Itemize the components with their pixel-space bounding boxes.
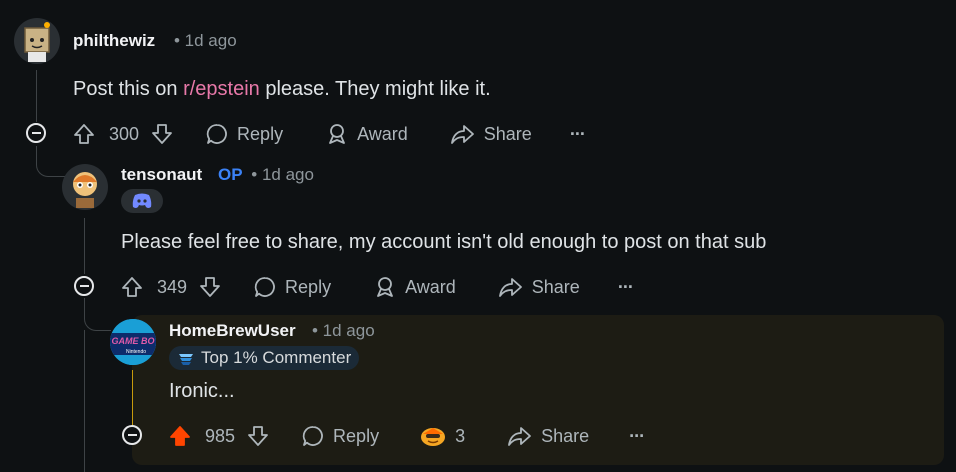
discord-badge xyxy=(121,189,163,213)
thread-connector xyxy=(36,146,65,177)
comment-timestamp: • 1d ago xyxy=(251,165,314,184)
vote-score: 985 xyxy=(205,425,236,446)
share-label: Share xyxy=(483,123,532,144)
comment-body-text: Post this on xyxy=(73,78,184,100)
comment-timestamp: • 1d ago xyxy=(312,321,375,340)
comment-body: Ironic... xyxy=(169,380,235,402)
award-emoji-icon xyxy=(421,428,446,446)
vote-score: 349 xyxy=(157,276,188,297)
collapse-thread-button[interactable] xyxy=(122,425,142,445)
downvote-button[interactable] xyxy=(199,276,221,298)
avatar[interactable] xyxy=(14,18,60,64)
more-options-button[interactable]: ··· xyxy=(617,276,634,298)
comment-author[interactable]: tensonaut xyxy=(121,165,202,185)
downvote-icon xyxy=(152,124,172,144)
share-icon xyxy=(450,125,474,144)
comment-author[interactable]: philthewiz xyxy=(73,31,155,51)
comment-bubble-icon xyxy=(254,277,275,297)
upvote-icon xyxy=(122,277,142,297)
comment-bubble-icon xyxy=(302,426,323,446)
character-avatar-icon xyxy=(73,172,97,208)
share-button[interactable]: Share xyxy=(498,275,580,299)
more-options-icon: ··· xyxy=(569,123,586,144)
share-button[interactable]: Share xyxy=(450,122,532,146)
upvote-filled-icon xyxy=(170,426,190,446)
more-options-button[interactable]: ··· xyxy=(569,123,586,145)
flair-label: Top 1% Commenter xyxy=(201,348,352,367)
award-label: Award xyxy=(357,123,408,144)
award-button[interactable]: Award xyxy=(325,122,408,146)
upvote-icon xyxy=(74,124,94,144)
avatar[interactable] xyxy=(62,164,108,210)
comment-body-text: please. They might like it. xyxy=(259,78,491,100)
share-button[interactable]: Share xyxy=(507,424,589,448)
award-icon xyxy=(377,277,393,297)
comment-meta: OP • 1d ago xyxy=(218,165,314,185)
comment-actions: 985 Reply 3 Share ··· xyxy=(169,422,645,450)
discord-icon xyxy=(132,193,152,208)
box-head-avatar-icon xyxy=(24,22,50,62)
reply-label: Reply xyxy=(285,276,332,297)
op-badge: OP xyxy=(218,165,243,184)
downvote-button[interactable] xyxy=(151,123,173,145)
award-label: Award xyxy=(405,276,456,297)
top-commenter-icon xyxy=(179,354,193,365)
award-button[interactable]: Award xyxy=(373,275,456,299)
thread-connector xyxy=(84,298,111,331)
share-icon xyxy=(498,278,522,297)
award-count: 3 xyxy=(455,425,466,446)
downvote-icon xyxy=(248,426,268,446)
commenter-flair: Top 1% Commenter xyxy=(169,346,360,370)
upvote-button[interactable] xyxy=(121,276,143,298)
avatar-text: GAME BO xyxy=(111,336,154,346)
more-options-icon: ··· xyxy=(617,276,634,297)
collapse-thread-button[interactable] xyxy=(26,123,46,143)
avatar[interactable]: GAME BO Nintendo xyxy=(110,319,156,365)
share-label: Share xyxy=(541,425,590,446)
vote-score: 300 xyxy=(109,123,140,144)
share-label: Share xyxy=(531,276,580,297)
upvote-button[interactable] xyxy=(73,123,95,145)
downvote-icon xyxy=(200,277,220,297)
reply-button[interactable]: Reply xyxy=(301,424,379,448)
collapse-thread-button[interactable] xyxy=(74,276,94,296)
comment-actions: 349 Reply Award Share ··· xyxy=(121,273,634,301)
more-options-icon: ··· xyxy=(629,425,645,446)
comment-body: Please feel free to share, my account is… xyxy=(121,231,767,253)
downvote-button[interactable] xyxy=(247,425,269,447)
upvote-button[interactable] xyxy=(169,425,191,447)
avatar-subtext: Nintendo xyxy=(126,349,146,355)
thread-line xyxy=(84,218,85,274)
reply-label: Reply xyxy=(237,123,284,144)
gameboy-avatar-icon: GAME BO Nintendo xyxy=(110,319,156,365)
reply-label: Reply xyxy=(333,425,380,446)
reply-button[interactable]: Reply xyxy=(205,122,283,146)
award-button[interactable]: 3 xyxy=(419,424,465,448)
comment-actions: 300 Reply Award Share ··· xyxy=(73,120,586,148)
thread-line xyxy=(132,370,133,426)
thread-line xyxy=(84,330,85,472)
comment-bubble-icon xyxy=(206,124,227,144)
subreddit-link[interactable]: r/epstein xyxy=(183,78,260,100)
thread-line xyxy=(36,70,37,122)
comment-timestamp: • 1d ago xyxy=(174,31,237,50)
comment-author[interactable]: HomeBrewUser xyxy=(169,321,296,341)
reply-button[interactable]: Reply xyxy=(253,275,331,299)
comment-body: Post this on r/epstein please. They migh… xyxy=(73,78,491,101)
more-options-button[interactable]: ··· xyxy=(629,425,645,447)
share-icon xyxy=(508,427,531,446)
award-icon xyxy=(329,124,345,144)
